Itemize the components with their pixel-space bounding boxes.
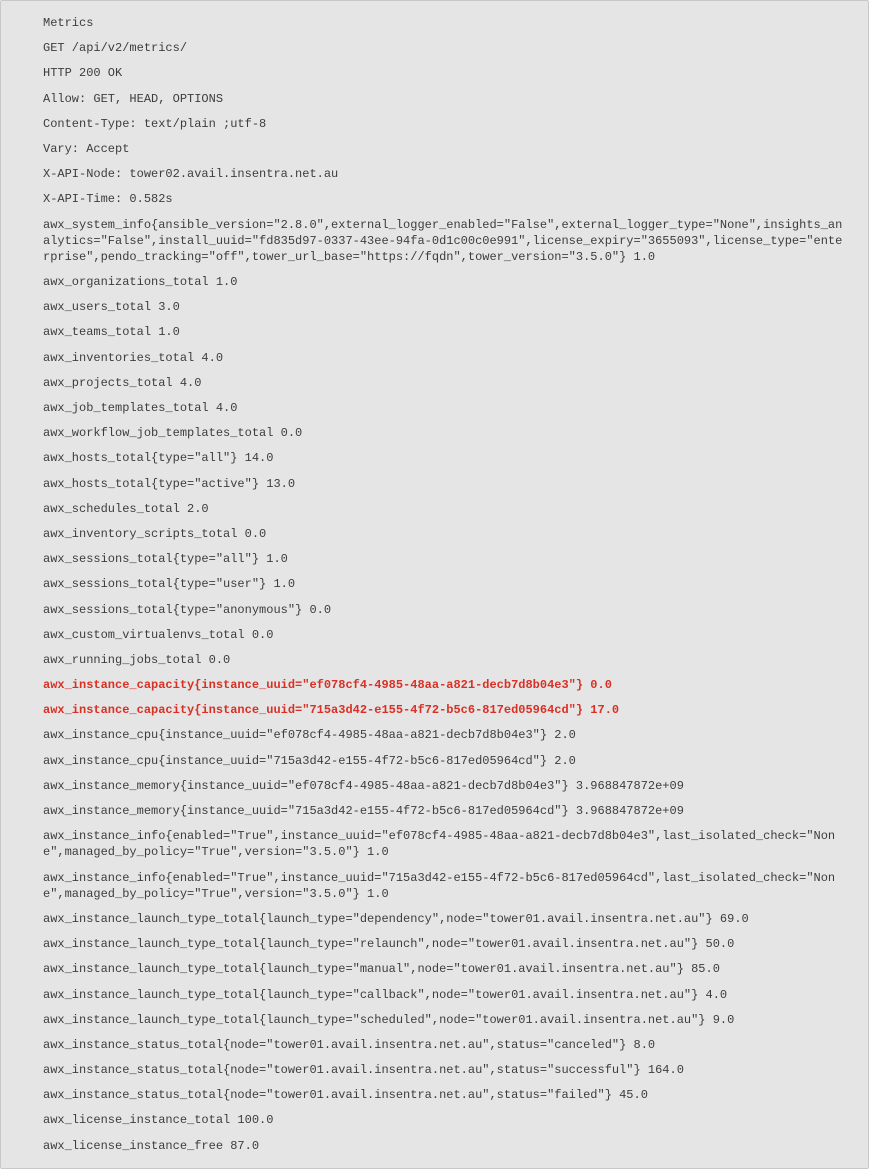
metrics-line: Vary: Accept [43, 141, 848, 157]
metrics-line: awx_sessions_total{type="user"} 1.0 [43, 576, 848, 592]
metrics-line: awx_sessions_total{type="anonymous"} 0.0 [43, 602, 848, 618]
metrics-output-panel: Metrics GET /api/v2/metrics/HTTP 200 OK Al… [0, 0, 869, 1169]
metrics-line-highlight: awx_instance_capacity{instance_uuid="ef0… [43, 677, 848, 693]
metrics-line: awx_sessions_total{type="all"} 1.0 [43, 551, 848, 567]
metrics-line: awx_instance_memory{instance_uuid="ef078… [43, 778, 848, 794]
metrics-line: Metrics [43, 15, 848, 31]
metrics-line: awx_running_jobs_total 0.0 [43, 652, 848, 668]
metrics-line: X-API-Time: 0.582s [43, 191, 848, 207]
metrics-line: awx_organizations_total 1.0 [43, 274, 848, 290]
metrics-line: awx_instance_launch_type_total{launch_ty… [43, 911, 848, 927]
metrics-line: awx_instance_status_total{node="tower01.… [43, 1062, 848, 1078]
metrics-line-highlight: awx_instance_capacity{instance_uuid="715… [43, 702, 848, 718]
metrics-line: awx_hosts_total{type="active"} 13.0 [43, 476, 848, 492]
metrics-line: awx_instance_cpu{instance_uuid="ef078cf4… [43, 727, 848, 743]
metrics-line: awx_inventory_scripts_total 0.0 [43, 526, 848, 542]
metrics-line: awx_instance_memory{instance_uuid="715a3… [43, 803, 848, 819]
metrics-line: GET /api/v2/metrics/ [43, 40, 848, 56]
metrics-line: awx_users_total 3.0 [43, 299, 848, 315]
metrics-line: awx_schedules_total 2.0 [43, 501, 848, 517]
metrics-line: awx_instance_cpu{instance_uuid="715a3d42… [43, 753, 848, 769]
metrics-line: awx_instance_launch_type_total{launch_ty… [43, 936, 848, 952]
metrics-line: awx_system_info{ansible_version="2.8.0",… [43, 217, 848, 266]
metrics-line: Content-Type: text/plain ;utf-8 [43, 116, 848, 132]
metrics-line: awx_instance_status_total{node="tower01.… [43, 1087, 848, 1103]
metrics-line: awx_hosts_total{type="all"} 14.0 [43, 450, 848, 466]
metrics-line: awx_instance_info{enabled="True",instanc… [43, 828, 848, 860]
metrics-line: Allow: GET, HEAD, OPTIONS [43, 91, 848, 107]
metrics-line: awx_instance_status_total{node="tower01.… [43, 1037, 848, 1053]
metrics-line: awx_teams_total 1.0 [43, 324, 848, 340]
metrics-line: awx_custom_virtualenvs_total 0.0 [43, 627, 848, 643]
metrics-line: awx_instance_info{enabled="True",instanc… [43, 870, 848, 902]
metrics-line: awx_license_instance_free 87.0 [43, 1138, 848, 1154]
metrics-line: X-API-Node: tower02.avail.insentra.net.a… [43, 166, 848, 182]
metrics-line: awx_instance_launch_type_total{launch_ty… [43, 961, 848, 977]
metrics-line: awx_instance_launch_type_total{launch_ty… [43, 1012, 848, 1028]
metrics-line: awx_workflow_job_templates_total 0.0 [43, 425, 848, 441]
metrics-line: awx_inventories_total 4.0 [43, 350, 848, 366]
metrics-line: awx_instance_launch_type_total{launch_ty… [43, 987, 848, 1003]
metrics-line: awx_projects_total 4.0 [43, 375, 848, 391]
metrics-line: HTTP 200 OK [43, 65, 848, 81]
metrics-line: awx_job_templates_total 4.0 [43, 400, 848, 416]
metrics-line: awx_license_instance_total 100.0 [43, 1112, 848, 1128]
